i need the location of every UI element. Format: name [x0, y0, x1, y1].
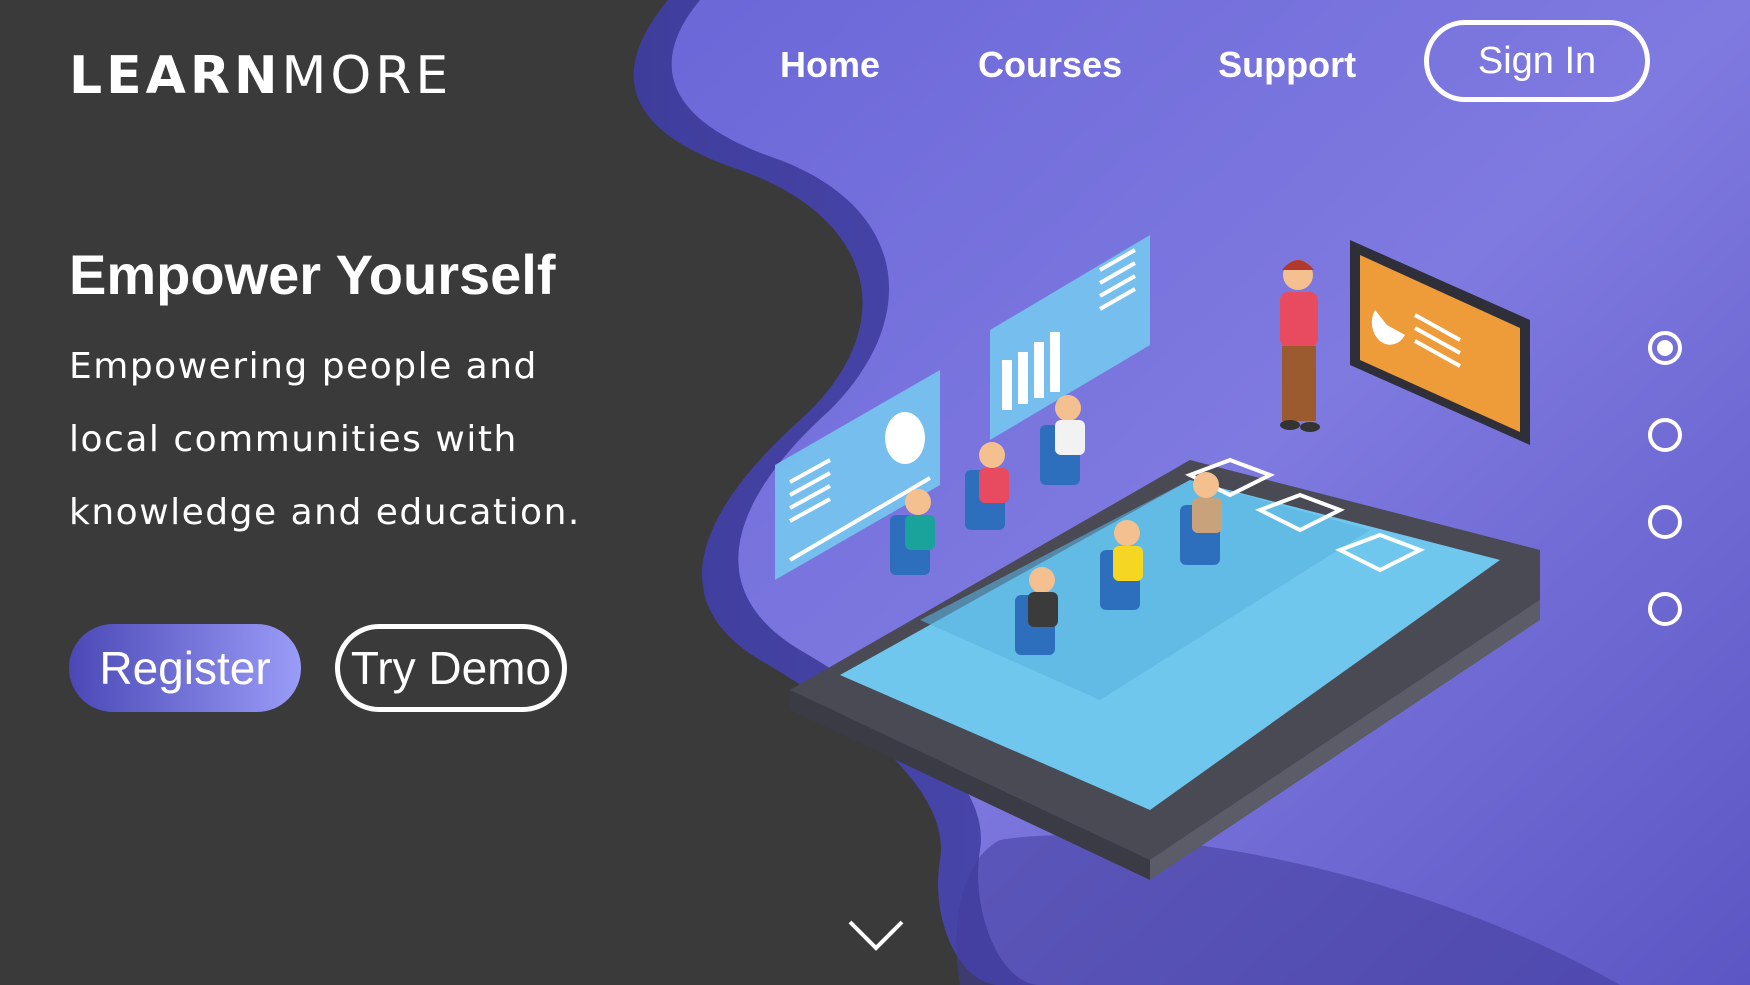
logo-part-learn: LEARN — [69, 46, 282, 106]
slider-dot-2[interactable] — [1648, 418, 1682, 452]
main-nav: Home Courses Support — [780, 22, 1452, 108]
try-demo-button[interactable]: Try Demo — [335, 624, 567, 712]
nav-home-link[interactable]: Home — [780, 22, 880, 108]
logo[interactable]: LEARNMORE — [69, 46, 452, 106]
hero-title: Empower Yourself — [69, 243, 556, 306]
nav-courses-link[interactable]: Courses — [978, 22, 1122, 108]
register-button[interactable]: Register — [69, 624, 301, 712]
nav-support-link[interactable]: Support — [1218, 22, 1356, 108]
classroom-illustration — [775, 235, 1540, 880]
sign-in-button[interactable]: Sign In — [1424, 20, 1650, 102]
slider-dot-3[interactable] — [1648, 505, 1682, 539]
chevron-down-icon[interactable] — [846, 916, 906, 956]
slider-dot-1[interactable] — [1648, 331, 1682, 365]
hero-description: Empowering people and local communities … — [69, 346, 581, 533]
slider-dot-4[interactable] — [1648, 592, 1682, 626]
logo-part-more: MORE — [281, 46, 453, 106]
slider-dots — [1648, 331, 1682, 679]
